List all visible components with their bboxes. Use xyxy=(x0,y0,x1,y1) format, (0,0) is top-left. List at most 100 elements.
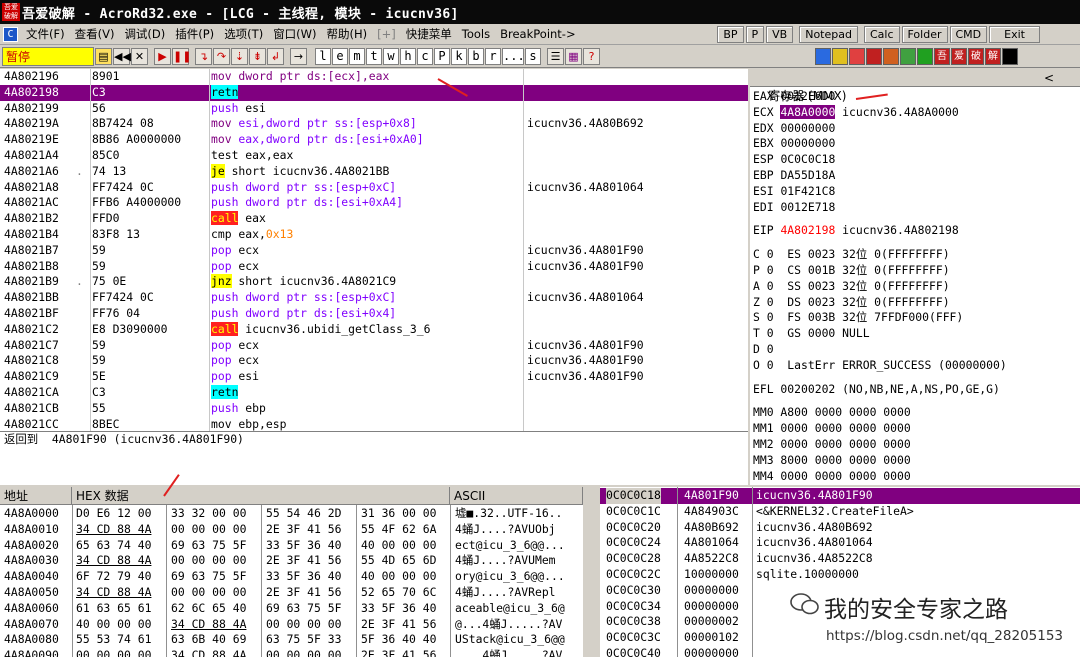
plugin-ai-icon[interactable]: 爱 xyxy=(951,47,967,65)
register-value[interactable]: DA55D18A xyxy=(780,168,835,182)
plugin-blank-icon[interactable] xyxy=(1002,47,1018,65)
register-value[interactable]: 4A802198 xyxy=(780,223,835,237)
disasm-row[interactable]: 4A8021CA C3 retn xyxy=(0,385,748,401)
folder-button[interactable]: Folder xyxy=(901,25,948,43)
disasm-row[interactable]: 4A802196 8901 mov dword ptr ds:[ecx],eax xyxy=(0,69,748,85)
plugin-grid-icon[interactable] xyxy=(917,47,933,65)
mmx-register[interactable]: MM1 0000 0000 0000 0000 xyxy=(753,421,911,437)
stack-row[interactable]: 0C0C0C2C 10000000 sqlite.10000000 xyxy=(600,567,1080,583)
register-eax[interactable]: EAX 0012E6D0 xyxy=(753,89,835,105)
pause-icon[interactable]: ❚❚ xyxy=(172,47,191,65)
flag-row[interactable]: Z 0 DS 0023 32位 0(FFFFFFFF) xyxy=(753,295,950,311)
flag-row[interactable]: A 0 SS 0023 32位 0(FFFFFFFF) xyxy=(753,279,950,295)
step-over-icon[interactable]: ↷ xyxy=(213,47,230,65)
register-value[interactable]: 00000000 xyxy=(780,136,835,150)
disasm-row[interactable]: 4A8021CB 55 push ebp xyxy=(0,401,748,417)
step-into-icon[interactable]: ↴ xyxy=(195,47,212,65)
efl-register[interactable]: EFL 00200202 (NO,NB,NE,A,NS,PO,GE,G) xyxy=(753,382,1000,398)
flag-row[interactable]: O 0 LastErr ERROR_SUCCESS (00000000) xyxy=(753,358,1007,374)
registers-header[interactable]: 寄存器 (MMX) < xyxy=(750,69,1080,103)
disasm-row[interactable]: 4A80219E 8B86 A0000000 mov eax,dword ptr d… xyxy=(0,132,748,148)
notepad-button[interactable]: Notepad xyxy=(799,25,858,43)
execute-till-return-icon[interactable]: ↲ xyxy=(267,47,284,65)
source-window-button[interactable]: s xyxy=(525,47,541,65)
references-window-button[interactable]: r xyxy=(485,47,501,65)
breakpoints-window-button[interactable]: b xyxy=(468,47,484,65)
register-ebp[interactable]: EBP DA55D18A xyxy=(753,168,835,184)
disasm-row[interactable]: 4A8021B2 FFD0 call eax xyxy=(0,211,748,227)
register-edi[interactable]: EDI 0012E718 xyxy=(753,200,835,216)
vb-button[interactable]: VB xyxy=(766,25,794,43)
stack-row[interactable]: 0C0C0C20 4A80B692 icucnv36.4A80B692 xyxy=(600,520,1080,536)
plugin-wu-icon[interactable]: 吾 xyxy=(934,47,950,65)
register-eip[interactable]: EIP 4A802198 icucnv36.4A802198 xyxy=(753,223,959,239)
open-icon[interactable]: ▤ xyxy=(95,47,112,65)
disasm-row[interactable]: 4A8021B9. 75 0E jnz short icucnv36.4A8021C… xyxy=(0,274,748,290)
calc-button[interactable]: Calc xyxy=(863,25,900,43)
collapse-icon[interactable]: < xyxy=(1044,69,1054,87)
pane-splitter[interactable] xyxy=(583,487,600,657)
handles-window-button[interactable]: h xyxy=(400,47,416,65)
disasm-row[interactable]: 4A802198 C3 retn xyxy=(0,84,748,101)
plugin-pause-icon[interactable] xyxy=(832,47,848,65)
disassembly-pane[interactable]: 4A802196 8901 mov dword ptr ds:[ecx],eax 4A… xyxy=(0,69,748,431)
register-value[interactable]: 0012E6D0 xyxy=(780,89,835,103)
windows-window-button[interactable]: w xyxy=(383,47,399,65)
trace-over-icon[interactable]: ⇟ xyxy=(249,47,266,65)
mmx-register[interactable]: MM3 8000 0000 0000 0000 xyxy=(753,453,911,469)
plugin-po-icon[interactable]: 破 xyxy=(968,47,984,65)
threads-window-button[interactable]: t xyxy=(366,47,382,65)
menu-options[interactable]: 选项(T) xyxy=(219,26,268,42)
register-ecx[interactable]: ECX 4A8A0000 icucnv36.4A8A0000 xyxy=(753,104,959,121)
disasm-row[interactable]: 4A8021A8 FF7424 0C push dword ptr ss:[esp+… xyxy=(0,180,748,196)
disasm-row[interactable]: 4A8021C2 E8 D3090000 call icucnv36.ubidi_g… xyxy=(0,321,748,338)
callstack-window-button[interactable]: k xyxy=(451,47,467,65)
flag-row[interactable]: S 0 FS 003B 32位 7FFDF000(FFF) xyxy=(753,310,963,326)
cpu-window-button[interactable]: c xyxy=(417,47,433,65)
disasm-row[interactable]: 4A8021BB FF7424 0C push dword ptr ss:[esp+… xyxy=(0,290,748,306)
disasm-row[interactable]: 4A8021AC FFB6 A4000000 push dword ptr ds:[… xyxy=(0,195,748,211)
run-icon[interactable]: ▶ xyxy=(154,47,171,65)
mmx-register[interactable]: MM4 0000 0000 0000 0000 xyxy=(753,469,911,485)
register-value[interactable]: 0C0C0C18 xyxy=(780,152,835,166)
stack-row[interactable]: 0C0C0C24 4A801064 icucnv36.4A801064 xyxy=(600,535,1080,551)
register-value[interactable]: 0012E718 xyxy=(780,200,835,214)
register-value[interactable]: 01F421C8 xyxy=(780,184,835,198)
cmd-button[interactable]: CMD xyxy=(949,25,988,43)
stack-row[interactable]: 0C0C0C18 4A801F90 icucnv36.4A801F90 xyxy=(600,488,1080,504)
plugin-target-icon[interactable] xyxy=(883,47,899,65)
disasm-row[interactable]: 4A8021C7 59 pop ecx icucnv36.4A801F90 xyxy=(0,338,748,354)
stack-row[interactable]: 0C0C0C40 00000000 xyxy=(600,646,1080,657)
goto-icon[interactable]: → xyxy=(290,47,307,65)
flag-row[interactable]: P 0 CS 001B 32位 0(FFFFFFFF) xyxy=(753,263,950,279)
menu-help[interactable]: 帮助(H) xyxy=(322,26,373,42)
grid-icon[interactable]: ▦ xyxy=(565,47,582,65)
memory-window-button[interactable]: m xyxy=(349,47,365,65)
runtrace-window-button[interactable]: ... xyxy=(502,47,525,65)
menu-plugins[interactable]: 插件(P) xyxy=(170,26,219,42)
stack-row[interactable]: 0C0C0C1C 4A84903C <&KERNEL32.CreateFileA> xyxy=(600,504,1080,520)
p-button[interactable]: P xyxy=(745,25,765,43)
register-esi[interactable]: ESI 01F421C8 xyxy=(753,184,835,200)
menu-debug[interactable]: 调试(D) xyxy=(119,26,170,42)
stack-row[interactable]: 0C0C0C28 4A8522C8 icucnv36.4A8522C8 xyxy=(600,551,1080,567)
trace-into-icon[interactable]: ⇣ xyxy=(231,47,248,65)
plugin-refresh-icon[interactable] xyxy=(815,47,831,65)
menu-window[interactable]: 窗口(W) xyxy=(268,26,321,42)
mmx-register[interactable]: MM2 0000 0000 0000 0000 xyxy=(753,437,911,453)
disasm-row[interactable]: 4A8021B4 83F8 13 cmp eax,0x13 xyxy=(0,227,748,243)
disasm-row[interactable]: 4A8021A6. 74 13 je short icucnv36.4A8021BB xyxy=(0,163,748,180)
flag-row[interactable]: T 0 GS 0000 NULL xyxy=(753,326,870,342)
rewind-icon[interactable]: ◀◀ xyxy=(113,47,131,65)
register-ebx[interactable]: EBX 00000000 xyxy=(753,136,835,152)
log-window-button[interactable]: l xyxy=(315,47,331,65)
flag-row[interactable]: C 0 ES 0023 32位 0(FFFFFFFF) xyxy=(753,247,950,263)
modules-window-button[interactable]: e xyxy=(332,47,348,65)
disasm-row[interactable]: 4A8021C8 59 pop ecx icucnv36.4A801F90 xyxy=(0,353,748,369)
list-icon[interactable]: ☰ xyxy=(547,47,564,65)
menu-shortcuts[interactable]: 快捷菜单 xyxy=(401,26,457,42)
plugin-jie-icon[interactable]: 解 xyxy=(985,47,1001,65)
disasm-row[interactable]: 4A80219A 8B7424 08 mov esi,dword ptr ss:[e… xyxy=(0,116,748,132)
bp-button[interactable]: BP xyxy=(717,25,744,43)
menu-expand[interactable]: [+] xyxy=(372,27,401,41)
